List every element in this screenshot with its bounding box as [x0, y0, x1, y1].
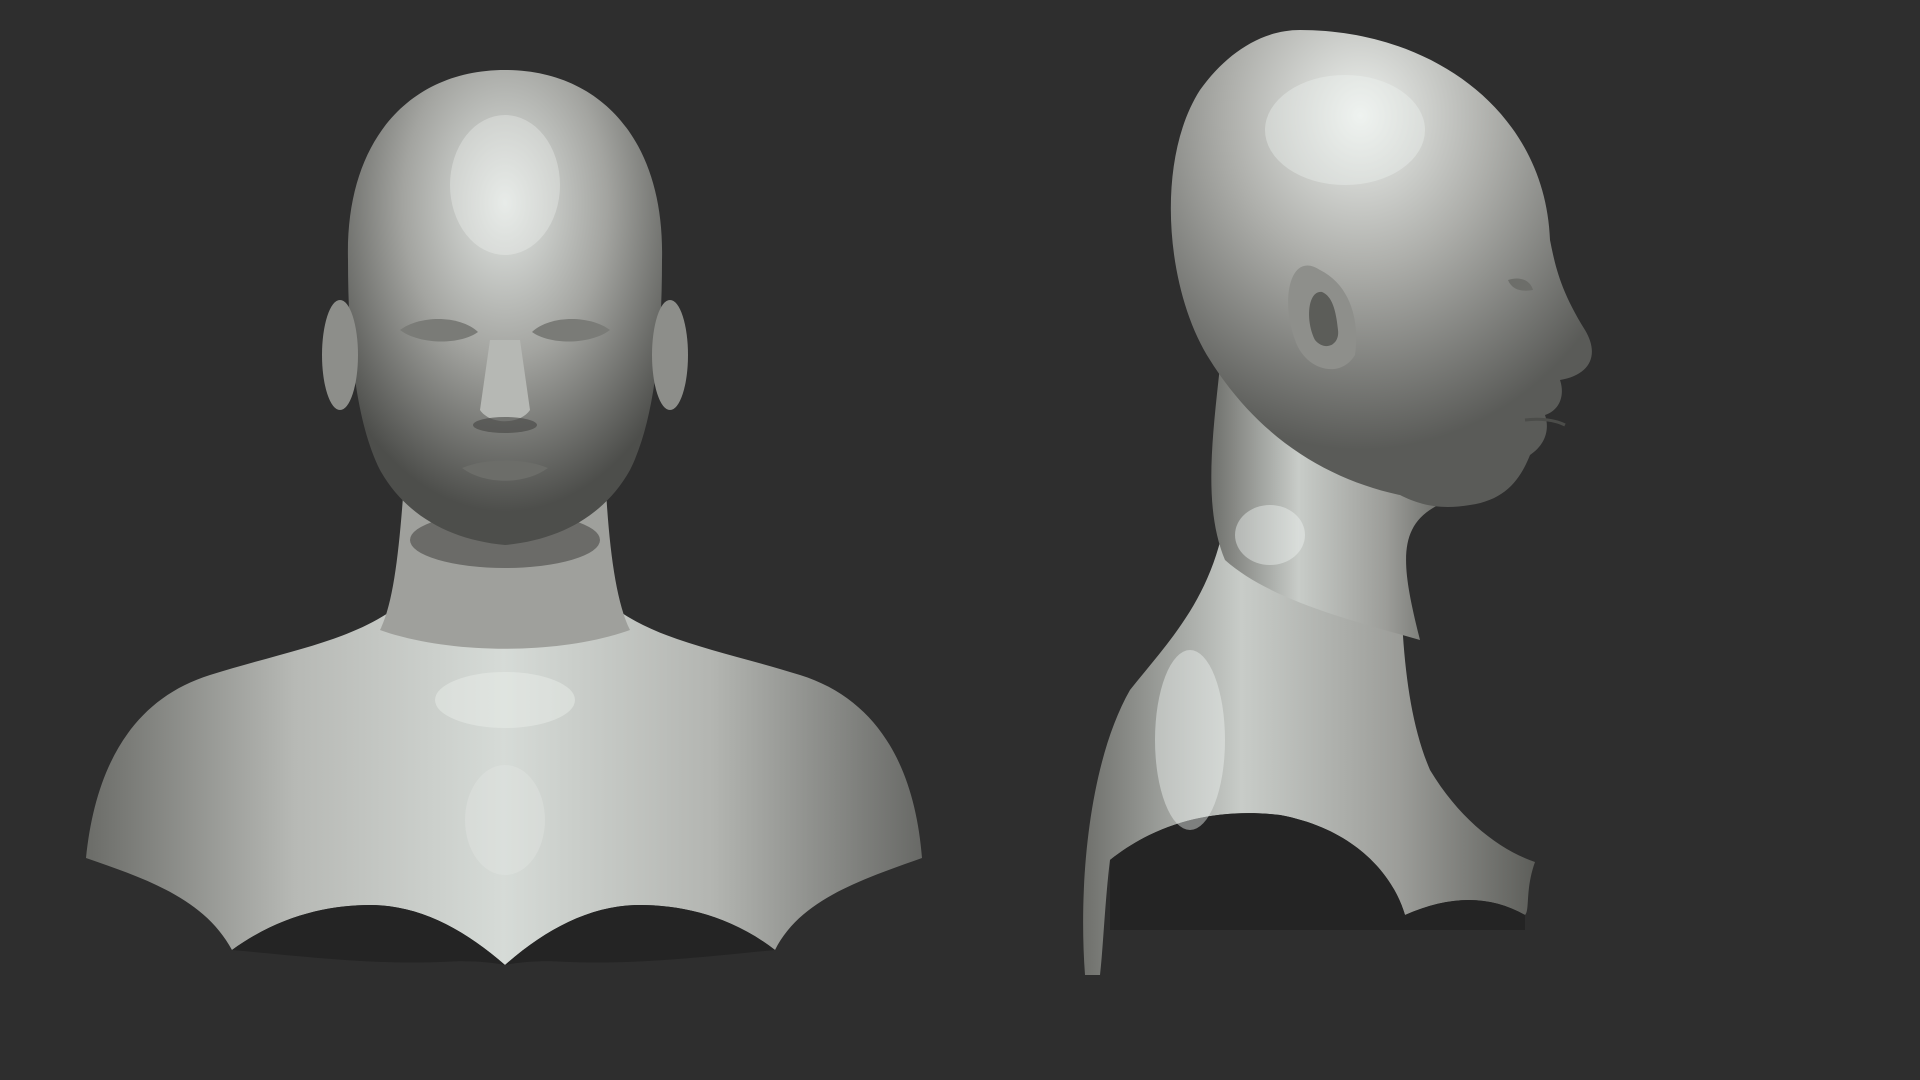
- side-cranium-highlight: [1265, 75, 1425, 185]
- side-view: [1083, 30, 1592, 975]
- front-forehead-highlight: [450, 115, 560, 255]
- front-view: [86, 70, 922, 965]
- side-neck-highlight: [1235, 505, 1305, 565]
- front-ear-right: [652, 300, 688, 410]
- side-shoulder-highlight: [1155, 650, 1225, 830]
- front-ear-left: [322, 300, 358, 410]
- front-clavicle-highlight: [435, 672, 575, 728]
- render-canvas: [86, 30, 1592, 975]
- front-sternum-highlight: [465, 765, 545, 875]
- front-nose-shadow: [473, 417, 537, 433]
- sculpt-viewport[interactable]: [0, 0, 1920, 1080]
